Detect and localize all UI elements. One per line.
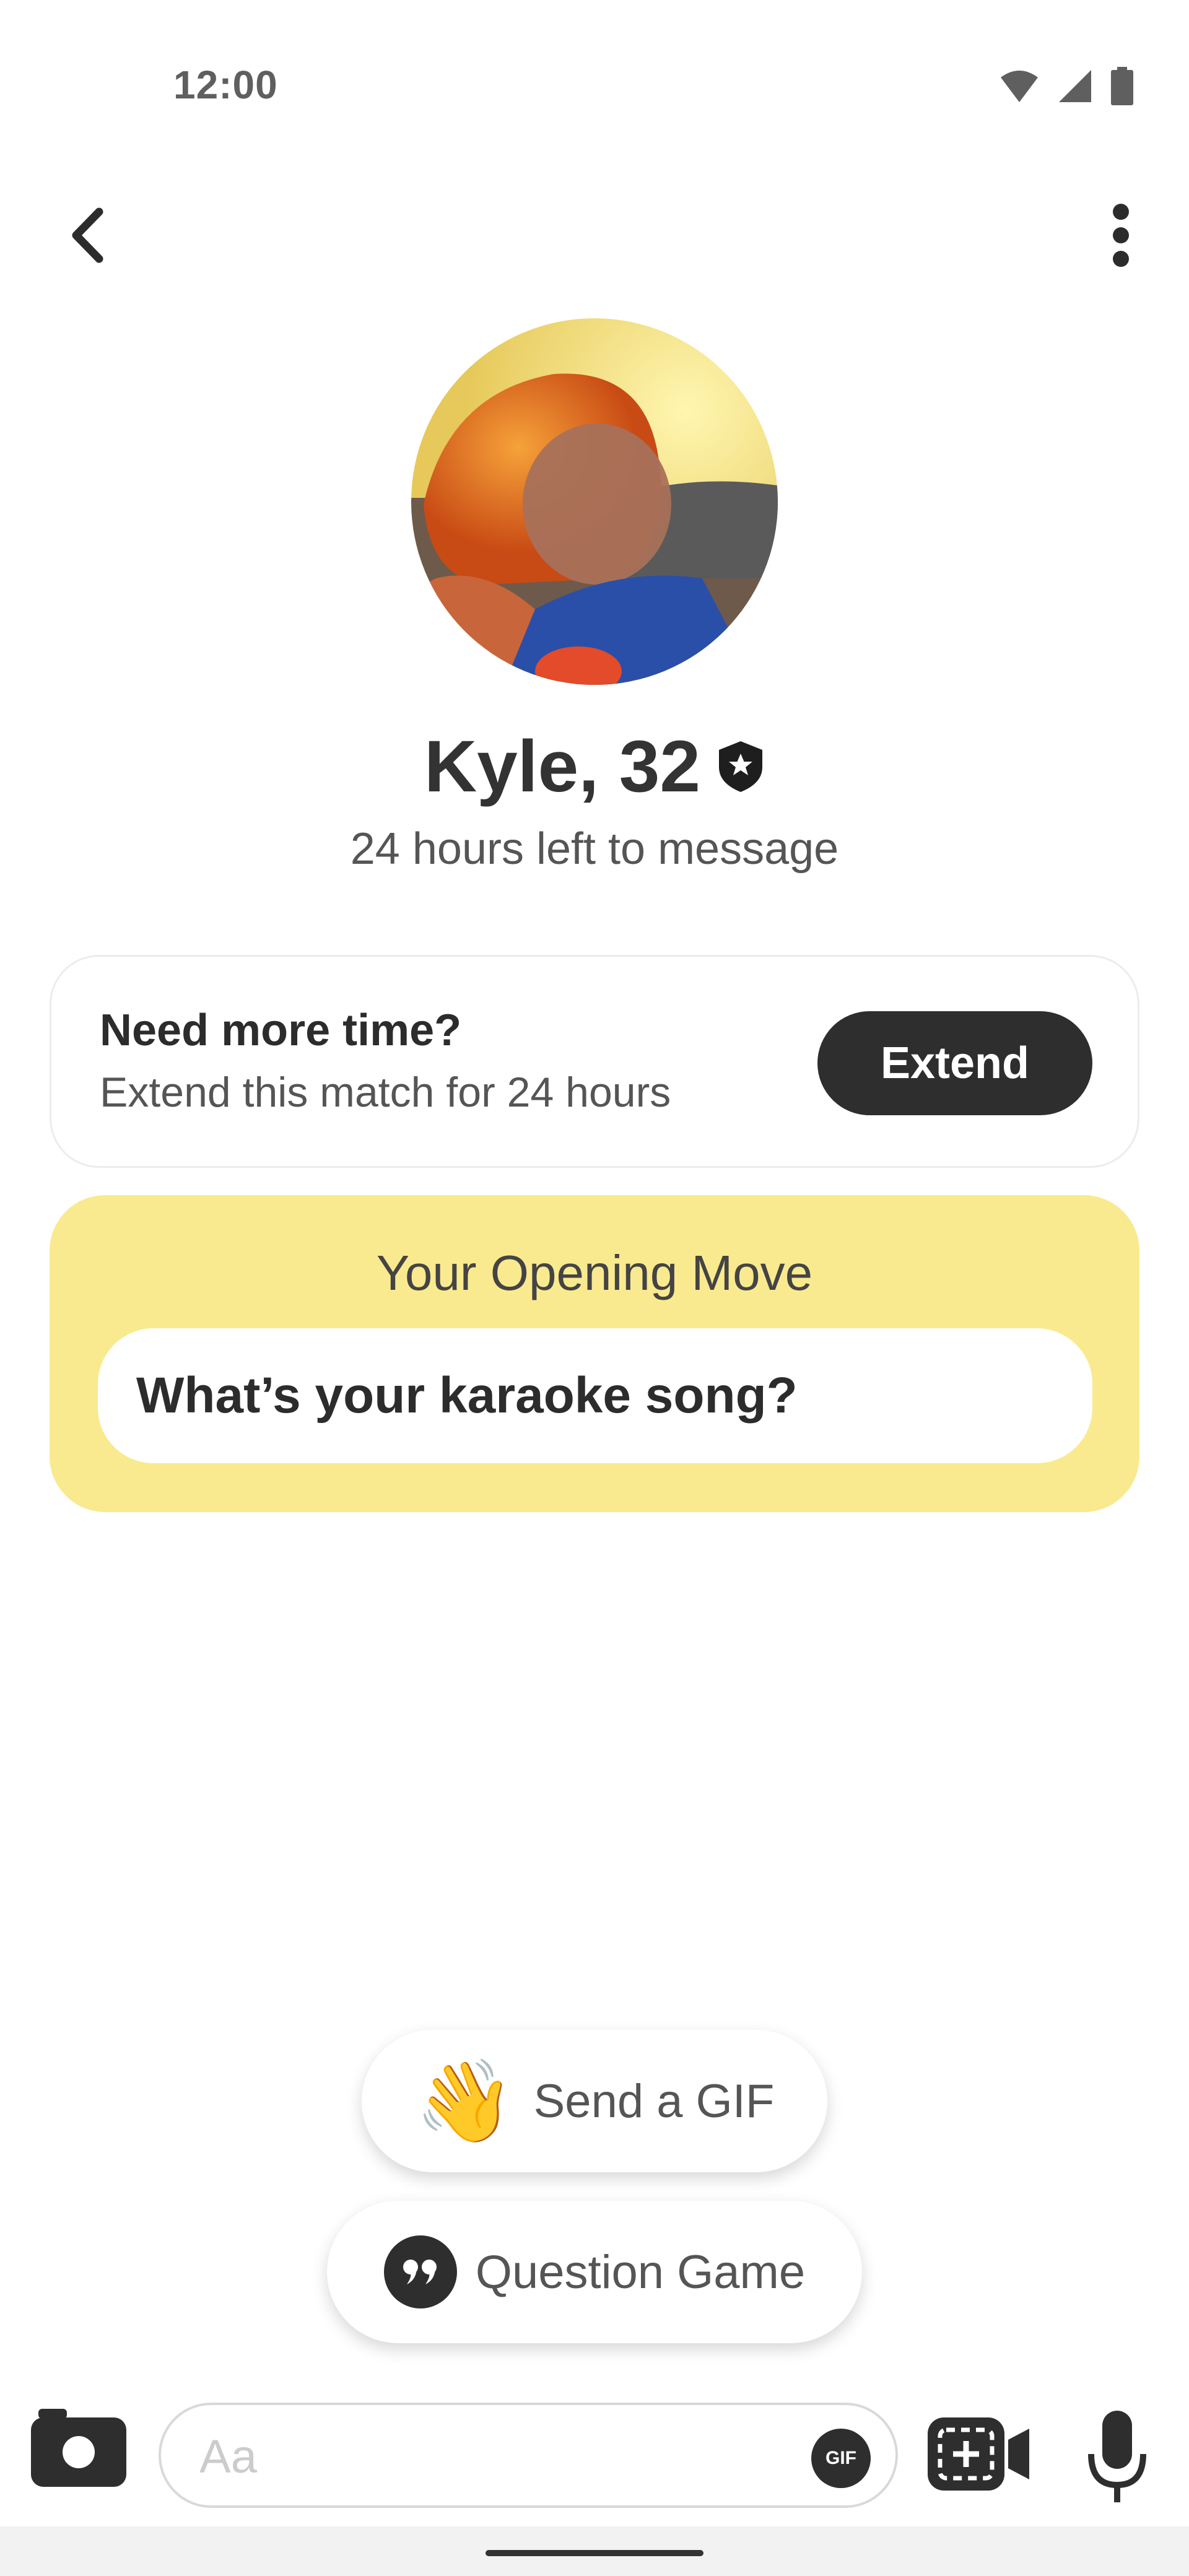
time-left-text: 24 hours left to message: [350, 824, 839, 874]
extend-button[interactable]: Extend: [817, 1011, 1092, 1115]
send-gif-label: Send a GIF: [533, 2074, 775, 2128]
quote-icon: [383, 2235, 457, 2308]
opening-move-question[interactable]: What’s your karaoke song?: [98, 1328, 1092, 1463]
battery-icon: [1111, 67, 1133, 105]
send-gif-chip[interactable]: 👋 Send a GIF: [362, 2030, 827, 2172]
camera-button[interactable]: [31, 2404, 126, 2491]
question-game-label: Question Game: [475, 2245, 806, 2299]
opening-move-card: Your Opening Move What’s your karaoke so…: [50, 1195, 1139, 1512]
microphone-icon: [1088, 2411, 1146, 2502]
profile-header: Kyle, 32: [0, 724, 1189, 809]
waving-hand-emoji: 👋: [414, 2056, 515, 2146]
more-vertical-icon: [1113, 204, 1129, 267]
more-options-button[interactable]: [1096, 198, 1146, 272]
signal-icon: [1059, 70, 1091, 102]
camera-icon: [31, 2409, 126, 2487]
gif-button[interactable]: GIF: [811, 2429, 871, 2488]
extend-title: Need more time?: [100, 1006, 462, 1055]
back-button[interactable]: [56, 198, 118, 272]
video-call-button[interactable]: [926, 2414, 1032, 2494]
message-placeholder: Aa: [199, 2430, 257, 2483]
verified-badge-icon: [719, 741, 763, 792]
extend-subtitle: Extend this match for 24 hours: [100, 1069, 671, 1116]
question-game-chip[interactable]: Question Game: [327, 2201, 862, 2343]
wifi-icon: [1001, 71, 1038, 102]
microphone-button[interactable]: [1086, 2411, 1148, 2504]
home-gesture-handle[interactable]: [486, 2550, 703, 2556]
message-input[interactable]: Aa GIF: [159, 2403, 898, 2508]
status-icons: [1000, 67, 1133, 105]
profile-avatar[interactable]: [411, 318, 778, 685]
extend-match-card: Need more time? Extend this match for 24…: [50, 955, 1139, 1168]
profile-name: Kyle, 32: [424, 726, 701, 807]
opening-move-title: Your Opening Move: [376, 1245, 813, 1300]
video-call-icon: [928, 2417, 1029, 2491]
avatar-photo: [411, 318, 778, 685]
status-time: 12:00: [173, 63, 278, 107]
chevron-left-icon: [72, 207, 103, 263]
